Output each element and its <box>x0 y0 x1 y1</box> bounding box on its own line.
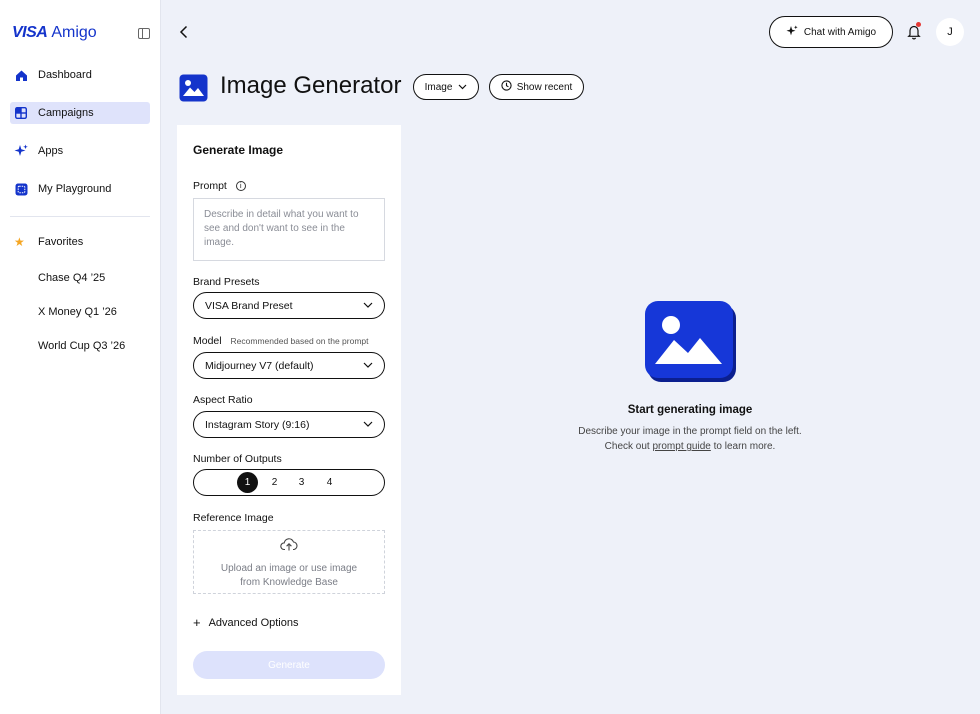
sidebar-item-label: My Playground <box>38 183 112 195</box>
empty-state-line-1: Describe your image in the prompt field … <box>578 426 802 437</box>
prompt-label: Prompt <box>193 180 227 192</box>
model-value: Midjourney V7 (default) <box>205 359 314 372</box>
sidebar-item-apps[interactable]: Apps <box>10 140 150 162</box>
info-icon[interactable]: i <box>235 181 246 192</box>
empty-state-line-2-pre: Check out <box>604 441 650 452</box>
page-title: Image Generator <box>220 72 402 99</box>
aspect-ratio-label: Aspect Ratio <box>193 394 253 406</box>
favorites-label: Favorites <box>38 236 84 248</box>
sidebar-item-label: Apps <box>38 145 64 157</box>
plus-icon: + <box>193 615 201 630</box>
brand-presets-label: Brand Presets <box>193 276 260 288</box>
notification-dot <box>916 22 921 27</box>
back-arrow-icon[interactable] <box>179 25 189 42</box>
empty-state-image-icon <box>643 300 739 384</box>
image-generator-icon <box>179 74 208 102</box>
type-dropdown[interactable]: Image <box>413 74 479 100</box>
generate-image-panel: Generate Image Prompt i Describe in deta… <box>177 125 401 695</box>
chevron-down-icon <box>363 419 373 430</box>
sparkle-icon <box>786 25 798 40</box>
sidebar-collapse-icon[interactable] <box>138 28 150 39</box>
advanced-options-toggle[interactable]: + Advanced Options <box>193 615 298 630</box>
favorite-item-worldcup[interactable]: World Cup Q3 ’26 <box>14 340 154 354</box>
sidebar-item-dashboard[interactable]: Dashboard <box>10 64 150 86</box>
empty-state-line-2-post: to learn more. <box>713 441 776 452</box>
reference-image-dropzone[interactable]: Upload an image or use image from Knowle… <box>193 530 385 594</box>
clock-icon <box>501 80 512 94</box>
panel-title: Generate Image <box>193 143 284 157</box>
empty-state-line-2: Check out prompt guide to learn more. <box>540 439 840 454</box>
upload-cloud-icon <box>280 537 298 556</box>
empty-state-description: Describe your image in the prompt field … <box>540 424 840 454</box>
type-dropdown-label: Image <box>424 81 453 93</box>
grid-icon <box>14 106 28 120</box>
brand-amigo: Amigo <box>51 24 97 41</box>
upload-text: Upload an image or use image from Knowle… <box>220 563 358 588</box>
show-recent-button[interactable]: Show recent <box>489 74 584 100</box>
model-select[interactable]: Midjourney V7 (default) <box>193 352 385 379</box>
sparkle-icon <box>14 144 28 158</box>
advanced-options-label: Advanced Options <box>208 616 299 629</box>
playground-icon <box>14 182 28 196</box>
chevron-down-icon <box>363 300 373 311</box>
sidebar-item-playground[interactable]: My Playground <box>10 178 150 200</box>
generate-button[interactable]: Generate <box>193 651 385 679</box>
model-hint: Recommended based on the prompt <box>230 336 369 346</box>
brand-presets-value: VISA Brand Preset <box>205 299 293 312</box>
app-logo[interactable]: VISA Amigo <box>12 24 97 42</box>
sidebar-item-label: Dashboard <box>38 69 92 81</box>
show-recent-label: Show recent <box>516 81 573 93</box>
model-label: Model <box>193 335 222 347</box>
avatar[interactable]: J <box>936 18 964 46</box>
favorite-item-xmoney[interactable]: X Money Q1 ’26 <box>14 306 154 320</box>
aspect-ratio-select[interactable]: Instagram Story (9:16) <box>193 411 385 438</box>
model-label-row: Model Recommended based on the prompt <box>193 335 369 347</box>
prompt-label-row: Prompt i <box>193 180 246 192</box>
home-icon <box>14 68 28 82</box>
sidebar-nav: Dashboard Campaigns Apps My Playground <box>10 64 150 216</box>
favorites-section: ★ Favorites Chase Q4 ’25 X Money Q1 ’26 … <box>14 234 154 374</box>
output-option-4[interactable]: 4 <box>319 472 340 493</box>
outputs-label: Number of Outputs <box>193 453 282 465</box>
prompt-input[interactable]: Describe in detail what you want to see … <box>193 198 385 261</box>
sidebar-divider <box>10 216 150 217</box>
chat-button-label: Chat with Amigo <box>803 26 877 38</box>
favorites-header[interactable]: ★ Favorites <box>14 234 154 250</box>
chat-with-amigo-button[interactable]: Chat with Amigo <box>769 16 893 48</box>
sidebar-item-campaigns[interactable]: Campaigns <box>10 102 150 124</box>
brand-presets-select[interactable]: VISA Brand Preset <box>193 292 385 319</box>
brand-visa: VISA <box>12 24 48 41</box>
sidebar-item-label: Campaigns <box>38 107 94 119</box>
output-option-1[interactable]: 1 <box>237 472 258 493</box>
output-option-2[interactable]: 2 <box>264 472 285 493</box>
chevron-down-icon <box>458 82 467 92</box>
prompt-guide-link[interactable]: prompt guide <box>652 441 710 452</box>
star-icon: ★ <box>14 235 25 249</box>
outputs-selector: 1 2 3 4 <box>193 469 385 496</box>
empty-state-title: Start generating image <box>627 404 753 416</box>
chevron-down-icon <box>363 360 373 371</box>
aspect-ratio-value: Instagram Story (9:16) <box>205 418 310 431</box>
favorite-item-chase[interactable]: Chase Q4 ’25 <box>14 272 154 286</box>
output-option-3[interactable]: 3 <box>291 472 312 493</box>
reference-image-label: Reference Image <box>193 512 274 524</box>
sidebar: VISA Amigo Dashboard Campaigns Apps My P… <box>0 0 161 714</box>
